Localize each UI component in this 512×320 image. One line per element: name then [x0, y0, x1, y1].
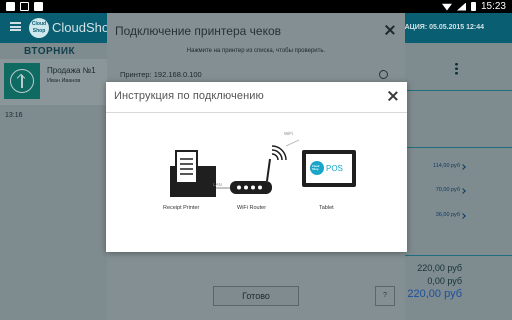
chevron-right-icon[interactable]	[460, 213, 466, 219]
app-logo: Cloud Shop	[29, 18, 49, 38]
clock: 15:23	[480, 1, 506, 12]
orders-panel: ВТОРНИК Продажа №1 Иван Иванов 13:16	[0, 43, 107, 320]
status-bar: 15:23	[0, 0, 512, 13]
chevron-right-icon[interactable]	[460, 164, 466, 170]
wifi-waves-icon	[271, 145, 287, 161]
tablet-logo-text: Cloud Shop	[312, 165, 320, 172]
receipt-panel: 114,00 руб 70,00 руб 36,00 руб 220,00 ру…	[405, 43, 512, 320]
notification-icon	[6, 2, 15, 11]
done-button[interactable]: Готово	[213, 286, 299, 306]
connection-instruction-modal: Инструкция по подключению LAN WiFi Cloud…	[106, 82, 407, 252]
battery-icon	[470, 2, 476, 11]
wifi-link	[285, 139, 300, 147]
more-options-icon[interactable]	[455, 62, 458, 75]
wifi-router-icon	[230, 158, 272, 194]
dialog-title: Подключение принтера чеков	[115, 24, 282, 38]
tablet-caption: Tablet	[319, 205, 334, 211]
close-icon[interactable]	[385, 25, 395, 35]
line-item-price: 36,00 руб	[435, 212, 460, 218]
notification-icon	[20, 2, 29, 11]
modal-title: Инструкция по подключению	[114, 90, 264, 102]
order-item[interactable]: Продажа №1 Иван Иванов	[0, 59, 107, 105]
line-item-price: 70,00 руб	[435, 187, 460, 193]
notification-icon	[34, 2, 43, 11]
receipt-printer-caption: Receipt Printer	[163, 205, 200, 211]
total: 220,00 руб	[407, 288, 462, 300]
wifi-router-caption: WiFi Router	[237, 205, 267, 211]
shift-date: АЦИЯ: 05.05.2015 12:44	[404, 24, 484, 31]
discount: 0,00 руб	[427, 276, 462, 286]
signal-icon	[456, 2, 466, 11]
help-button[interactable]: ?	[375, 286, 395, 306]
sale-arrow-up-icon	[4, 63, 40, 99]
line-item-price: 114,00 руб	[433, 163, 460, 169]
day-label: ВТОРНИК	[24, 46, 76, 57]
wifi-icon	[441, 3, 452, 11]
divider	[405, 90, 512, 91]
printer-radio[interactable]	[379, 70, 388, 79]
divider	[405, 147, 512, 148]
order-title: Продажа №1	[47, 66, 96, 75]
tablet-pos-label: POS	[326, 164, 343, 173]
divider	[405, 255, 512, 256]
chevron-right-icon[interactable]	[460, 188, 466, 194]
notification-icons	[6, 2, 43, 11]
lan-label: LAN	[213, 182, 222, 187]
receipt-printer-icon	[170, 150, 216, 197]
dialog-hint: Нажмите на принтер из списка, чтобы пров…	[186, 48, 326, 54]
wifi-label: WiFi	[284, 131, 293, 136]
printer-list-item[interactable]: Принтер: 192.168.0.100	[120, 70, 202, 79]
close-icon[interactable]	[388, 91, 398, 101]
menu-icon[interactable]	[10, 22, 21, 31]
connection-diagram-svg	[170, 139, 356, 197]
subtotal: 220,00 руб	[417, 263, 462, 273]
order-user: Иван Иванов	[47, 78, 81, 84]
order-time: 13:16	[5, 112, 23, 119]
connection-diagram: LAN WiFi Cloud Shop POS Receipt Printer W…	[106, 113, 407, 252]
